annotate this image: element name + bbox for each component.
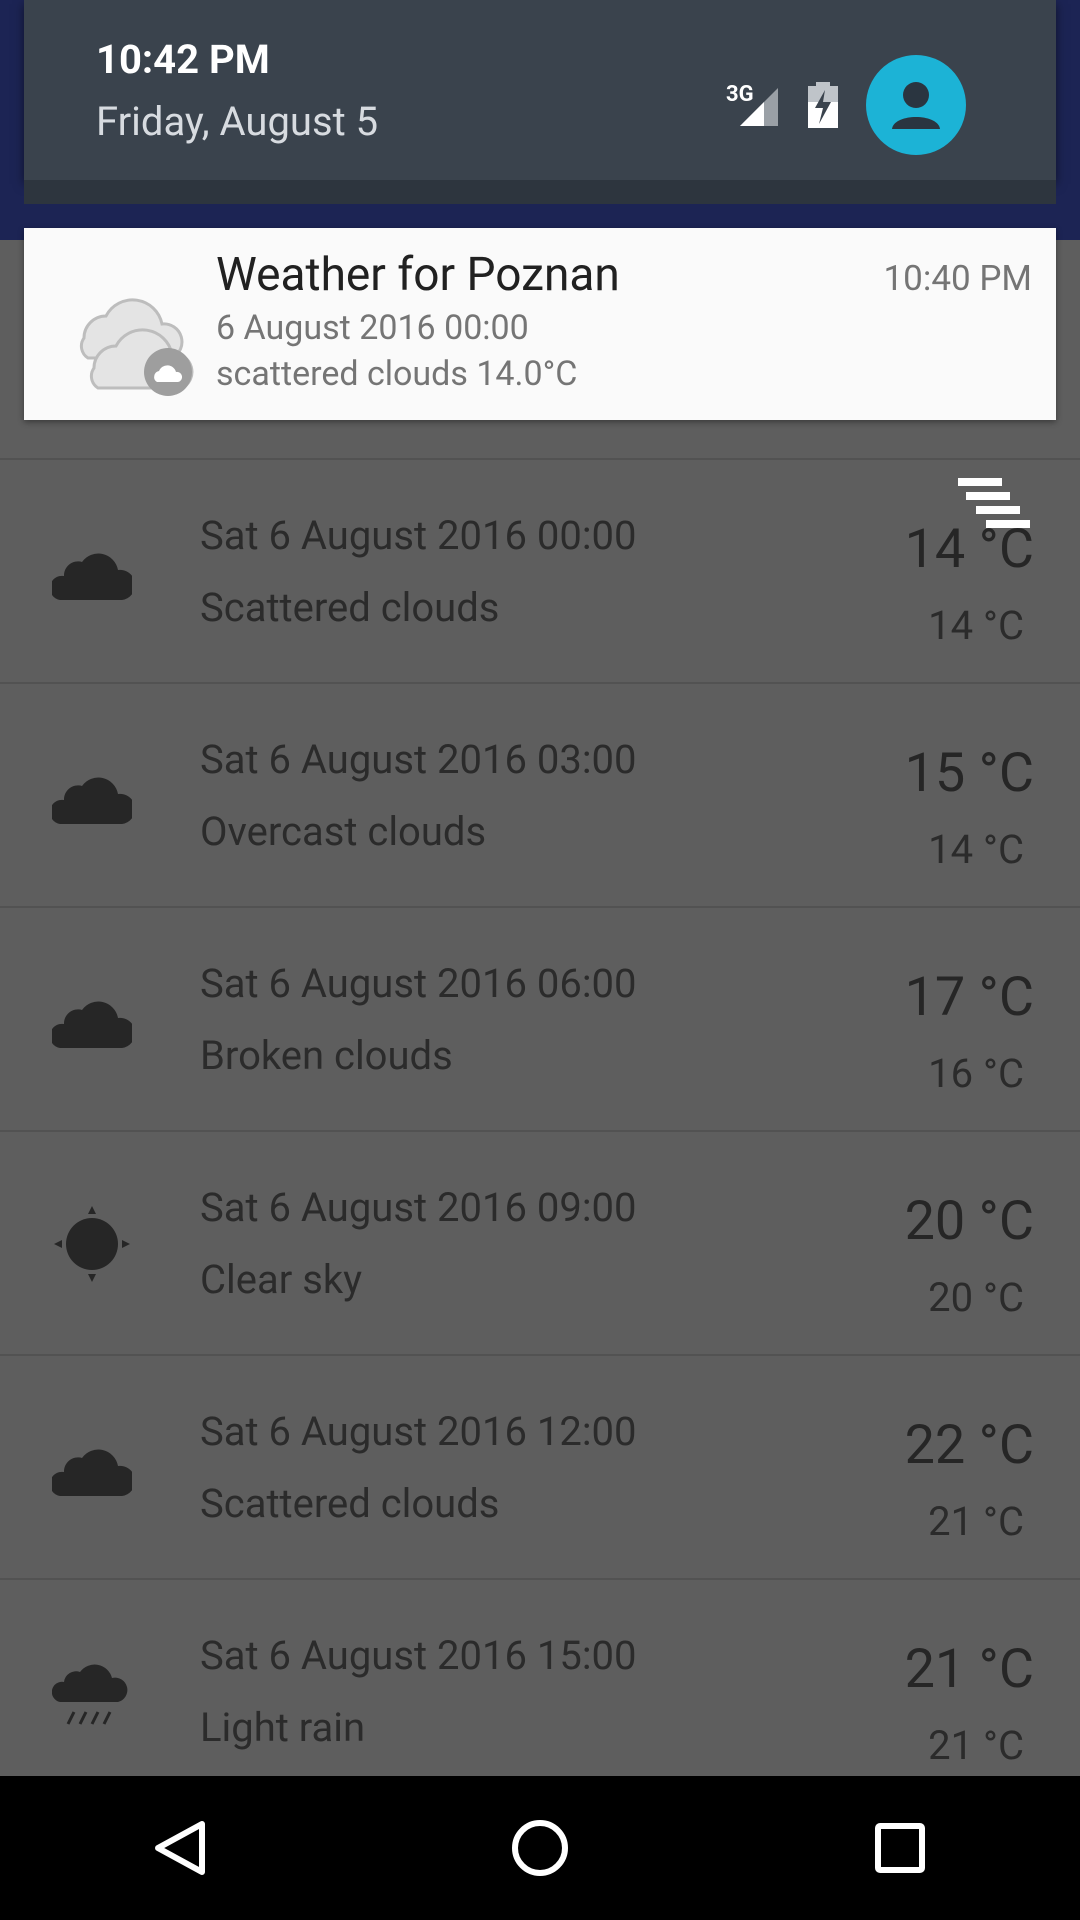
forecast-temperature: 20 °C: [904, 1190, 1034, 1253]
forecast-temperature: 21 °C: [904, 1638, 1034, 1701]
forecast-min-temperature: 21 °C: [928, 1498, 1024, 1545]
app-badge-cloud-icon: [144, 348, 192, 396]
cloud-icon: [49, 538, 136, 608]
notification-shade-header: 10:42 PM Friday, August 5 3G: [24, 0, 1056, 180]
home-icon[interactable]: [495, 1803, 585, 1893]
forecast-min-temperature: 16 °C: [928, 1050, 1024, 1097]
forecast-row[interactable]: Sat 6 August 2016 03:00 Overcast clouds …: [0, 684, 1080, 908]
battery-charging-icon: [806, 82, 840, 128]
forecast-row[interactable]: Sat 6 August 2016 00:00 Scattered clouds…: [0, 460, 1080, 684]
cloud-icon: [49, 762, 136, 832]
notification-title: Weather for Poznan: [216, 248, 620, 302]
forecast-description: Scattered clouds: [200, 1480, 500, 1527]
notification-time: 10:40 PM: [883, 258, 1032, 299]
forecast-min-temperature: 14 °C: [928, 602, 1024, 649]
forecast-datetime: Sat 6 August 2016 06:00: [200, 960, 637, 1007]
navigation-bar: [0, 1776, 1080, 1920]
forecast-row[interactable]: Sat 6 August 2016 12:00 Scattered clouds…: [0, 1356, 1080, 1580]
weather-notification[interactable]: Weather for Poznan 10:40 PM 6 August 201…: [24, 228, 1056, 420]
forecast-min-temperature: 21 °C: [928, 1722, 1024, 1769]
forecast-datetime: Sat 6 August 2016 00:00: [200, 512, 637, 559]
forecast-list: Sat 6 August 2016 00:00 Scattered clouds…: [0, 460, 1080, 1804]
sun-icon: [52, 1206, 132, 1282]
forecast-datetime: Sat 6 August 2016 09:00: [200, 1184, 637, 1231]
user-avatar-icon[interactable]: [866, 55, 966, 155]
rain-icon: [51, 1658, 132, 1728]
forecast-description: Light rain: [200, 1704, 366, 1751]
forecast-description: Clear sky: [200, 1256, 363, 1303]
forecast-min-temperature: 20 °C: [928, 1274, 1024, 1321]
shade-divider: [24, 180, 1056, 204]
forecast-temperature: 15 °C: [904, 742, 1034, 805]
forecast-temperature: 17 °C: [904, 966, 1034, 1029]
forecast-description: Broken clouds: [200, 1032, 453, 1079]
forecast-row[interactable]: Sat 6 August 2016 09:00 Clear sky 20 °C …: [0, 1132, 1080, 1356]
forecast-min-temperature: 14 °C: [928, 826, 1024, 873]
forecast-datetime: Sat 6 August 2016 03:00: [200, 736, 637, 783]
sort-menu-icon[interactable]: [958, 478, 1030, 530]
cloud-icon: [49, 986, 136, 1056]
forecast-row[interactable]: Sat 6 August 2016 06:00 Broken clouds 17…: [0, 908, 1080, 1132]
cloud-icon: [49, 1434, 136, 1504]
forecast-datetime: Sat 6 August 2016 15:00: [200, 1632, 637, 1679]
forecast-datetime: Sat 6 August 2016 12:00: [200, 1408, 637, 1455]
status-icons: 3G: [726, 55, 966, 155]
forecast-row[interactable]: Sat 6 August 2016 15:00 Light rain 21 °C…: [0, 1580, 1080, 1804]
signal-icon: 3G: [726, 82, 780, 128]
back-icon[interactable]: [135, 1803, 225, 1893]
forecast-description: Overcast clouds: [200, 808, 487, 855]
notification-datetime: 6 August 2016 00:00: [216, 308, 529, 348]
cloud-icon: [64, 268, 214, 398]
notification-summary: scattered clouds 14.0°C: [216, 354, 578, 394]
recents-icon[interactable]: [855, 1803, 945, 1893]
shade-date[interactable]: Friday, August 5: [96, 98, 378, 145]
shade-time: 10:42 PM: [96, 36, 270, 83]
forecast-description: Scattered clouds: [200, 584, 500, 631]
forecast-temperature: 22 °C: [904, 1414, 1034, 1477]
